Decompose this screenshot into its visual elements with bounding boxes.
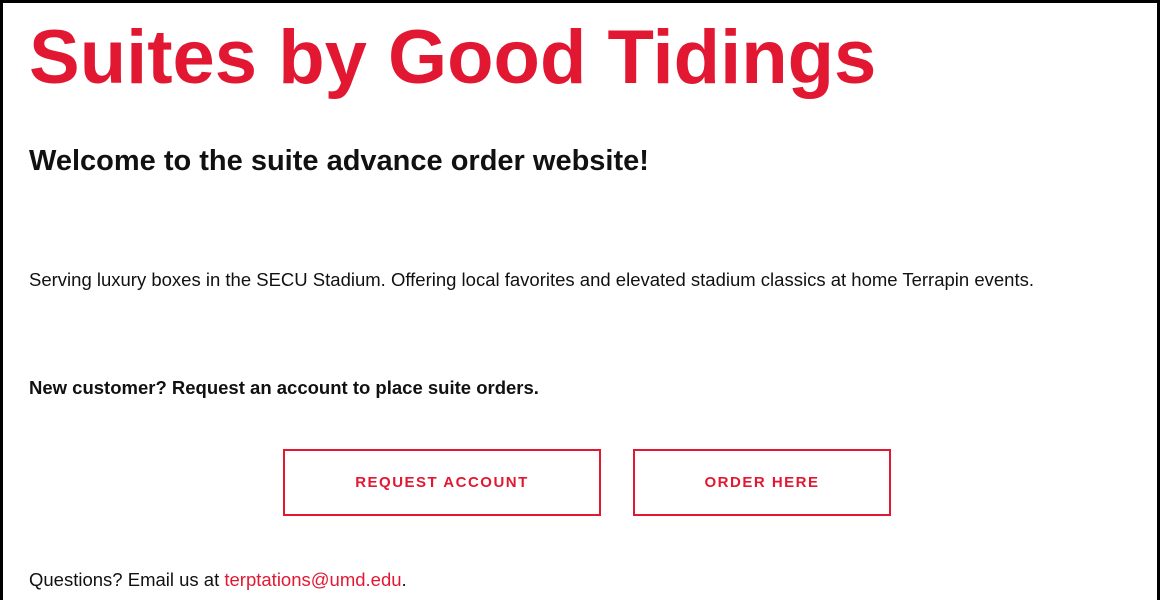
new-customer-text: New customer? Request an account to plac… <box>29 377 539 398</box>
page-frame: Suites by Good Tidings Welcome to the su… <box>0 0 1160 600</box>
email-link[interactable]: terptations@umd.edu <box>224 569 401 590</box>
welcome-heading: Welcome to the suite advance order websi… <box>29 145 649 177</box>
main-content: Suites by Good Tidings Welcome to the su… <box>29 3 1157 603</box>
questions-prefix: Questions? Email us at <box>29 569 225 590</box>
site-title: Suites by Good Tidings <box>29 15 877 100</box>
request-account-button[interactable]: REQUEST ACCOUNT <box>283 449 601 516</box>
questions-suffix: . <box>401 569 407 590</box>
questions-text: Questions? Email us at terptations@umd.e… <box>29 565 407 595</box>
intro-text: Serving luxury boxes in the SECU Stadium… <box>29 269 1034 290</box>
order-here-button[interactable]: ORDER HERE <box>633 449 891 516</box>
